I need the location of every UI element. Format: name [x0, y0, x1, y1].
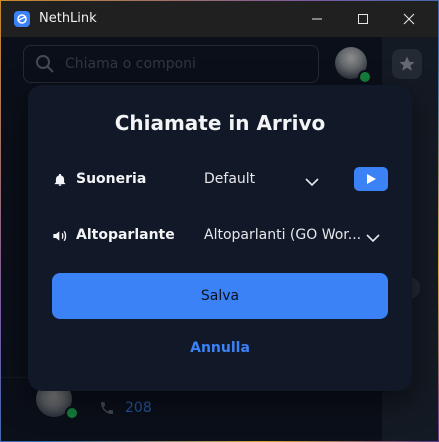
bell-icon [53, 172, 67, 191]
app-body: Chiama o componi 208 Chiamate in Arrivo … [1, 37, 438, 441]
close-button[interactable] [386, 1, 432, 37]
cancel-button[interactable]: Annulla [28, 340, 412, 356]
window-title: NethLink [39, 11, 97, 26]
maximize-button[interactable] [340, 1, 386, 37]
maximize-icon [358, 14, 368, 24]
title-bar: NethLink [1, 1, 438, 37]
app-logo-icon [14, 11, 30, 27]
ringtone-label: Suoneria [76, 171, 147, 187]
play-icon [367, 174, 376, 184]
chevron-down-icon[interactable] [366, 229, 380, 248]
dialog-title: Chiamate in Arrivo [114, 111, 326, 135]
ringtone-select[interactable]: Default [204, 171, 255, 187]
speaker-icon [52, 228, 68, 247]
app-window: NethLink Chiama o componi 208 Chiamate i… [1, 1, 438, 441]
minimize-button[interactable] [294, 1, 340, 37]
incoming-calls-dialog: Chiamate in Arrivo Suoneria Default Alto… [28, 85, 412, 391]
save-button[interactable]: Salva [52, 273, 388, 319]
minimize-icon [312, 18, 322, 20]
speaker-label: Altoparlante [76, 227, 175, 243]
close-icon [403, 13, 415, 25]
chevron-down-icon[interactable] [305, 173, 319, 192]
speaker-select[interactable]: Altoparlanti (GO Wor... [204, 227, 361, 243]
play-ringtone-button[interactable] [354, 167, 388, 191]
